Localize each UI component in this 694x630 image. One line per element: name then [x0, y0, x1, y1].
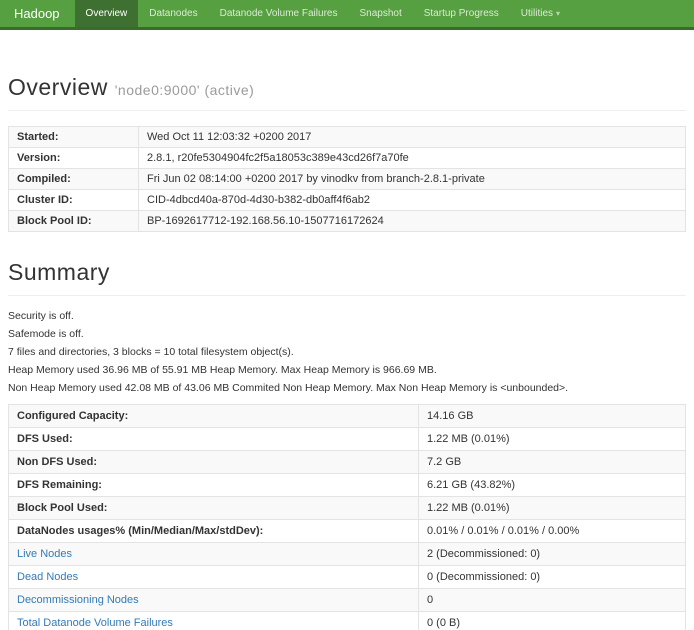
namenode-info-table: Started: Wed Oct 11 12:03:32 +0200 2017 … [8, 126, 686, 232]
overview-title-text: Overview [8, 74, 108, 100]
table-row: Compiled: Fri Jun 02 08:14:00 +0200 2017… [9, 169, 686, 190]
info-label-started: Started: [9, 127, 139, 148]
summary-value-decommissioning-nodes: 0 [419, 589, 686, 612]
table-row: Non DFS Used: 7.2 GB [9, 451, 686, 474]
info-label-cluster-id: Cluster ID: [9, 190, 139, 211]
table-row: DFS Remaining: 6.21 GB (43.82%) [9, 474, 686, 497]
summary-title: Summary [8, 259, 686, 286]
summary-value-block-pool-used: 1.22 MB (0.01%) [419, 497, 686, 520]
info-label-block-pool-id: Block Pool ID: [9, 211, 139, 232]
summary-label-dead-nodes: Dead Nodes [9, 566, 419, 589]
main-content: Overview 'node0:9000' (active) Started: … [0, 74, 694, 630]
non-heap-memory-status: Non Heap Memory used 42.08 MB of 43.06 M… [8, 383, 686, 394]
summary-value-volume-failures: 0 (0 B) [419, 612, 686, 630]
summary-value-dead-nodes: 0 (Decommissioned: 0) [419, 566, 686, 589]
summary-label-dfs-remaining: DFS Remaining: [9, 474, 419, 497]
table-row: Started: Wed Oct 11 12:03:32 +0200 2017 [9, 127, 686, 148]
summary-status-text: Security is off. Safemode is off. 7 file… [8, 311, 686, 394]
table-row: Cluster ID: CID-4dbcd40a-870d-4d30-b382-… [9, 190, 686, 211]
tab-utilities-dropdown[interactable]: Utilities▾ [510, 0, 571, 27]
info-value-cluster-id: CID-4dbcd40a-870d-4d30-b382-db0aff4f6ab2 [139, 190, 686, 211]
table-row: Block Pool ID: BP-1692617712-192.168.56.… [9, 211, 686, 232]
summary-divider [8, 295, 686, 296]
dead-nodes-link[interactable]: Dead Nodes [17, 571, 78, 583]
tab-overview[interactable]: Overview [75, 0, 139, 27]
table-row: Decommissioning Nodes 0 [9, 589, 686, 612]
summary-table: Configured Capacity: 14.16 GB DFS Used: … [8, 404, 686, 630]
tab-utilities-label: Utilities [521, 8, 553, 19]
tab-startup-progress[interactable]: Startup Progress [413, 0, 510, 27]
info-value-started: Wed Oct 11 12:03:32 +0200 2017 [139, 127, 686, 148]
heap-memory-status: Heap Memory used 36.96 MB of 55.91 MB He… [8, 365, 686, 376]
summary-label-block-pool-used: Block Pool Used: [9, 497, 419, 520]
overview-page-title: Overview 'node0:9000' (active) [8, 74, 686, 101]
namenode-address-label: 'node0:9000' (active) [115, 82, 255, 98]
summary-label-datanode-usages: DataNodes usages% (Min/Median/Max/stdDev… [9, 520, 419, 543]
table-row: Configured Capacity: 14.16 GB [9, 405, 686, 428]
info-value-block-pool-id: BP-1692617712-192.168.56.10-150771617262… [139, 211, 686, 232]
info-value-version: 2.8.1, r20fe5304904fc2f5a18053c389e43cd2… [139, 148, 686, 169]
table-row: DFS Used: 1.22 MB (0.01%) [9, 428, 686, 451]
tab-datanodes[interactable]: Datanodes [138, 0, 208, 27]
summary-label-live-nodes: Live Nodes [9, 543, 419, 566]
caret-down-icon: ▾ [556, 9, 560, 18]
safemode-status: Safemode is off. [8, 329, 686, 340]
nav-tabs: Overview Datanodes Datanode Volume Failu… [75, 0, 571, 27]
table-row: Live Nodes 2 (Decommissioned: 0) [9, 543, 686, 566]
live-nodes-link[interactable]: Live Nodes [17, 548, 72, 560]
filesystem-objects-status: 7 files and directories, 3 blocks = 10 t… [8, 347, 686, 358]
security-status: Security is off. [8, 311, 686, 322]
summary-value-configured-capacity: 14.16 GB [419, 405, 686, 428]
summary-value-dfs-remaining: 6.21 GB (43.82%) [419, 474, 686, 497]
table-row: Total Datanode Volume Failures 0 (0 B) [9, 612, 686, 630]
tab-snapshot[interactable]: Snapshot [348, 0, 412, 27]
summary-value-live-nodes: 2 (Decommissioned: 0) [419, 543, 686, 566]
summary-label-volume-failures: Total Datanode Volume Failures [9, 612, 419, 630]
summary-label-decommissioning-nodes: Decommissioning Nodes [9, 589, 419, 612]
summary-label-dfs-used: DFS Used: [9, 428, 419, 451]
summary-value-datanode-usages: 0.01% / 0.01% / 0.01% / 0.00% [419, 520, 686, 543]
tab-datanode-volume-failures[interactable]: Datanode Volume Failures [209, 0, 349, 27]
info-value-compiled: Fri Jun 02 08:14:00 +0200 2017 by vinodk… [139, 169, 686, 190]
navbar: Hadoop Overview Datanodes Datanode Volum… [0, 0, 694, 30]
info-label-compiled: Compiled: [9, 169, 139, 190]
summary-value-non-dfs-used: 7.2 GB [419, 451, 686, 474]
summary-label-configured-capacity: Configured Capacity: [9, 405, 419, 428]
decommissioning-nodes-link[interactable]: Decommissioning Nodes [17, 594, 139, 606]
table-row: Dead Nodes 0 (Decommissioned: 0) [9, 566, 686, 589]
overview-divider [8, 110, 686, 111]
brand-link[interactable]: Hadoop [0, 0, 75, 27]
total-datanode-volume-failures-link[interactable]: Total Datanode Volume Failures [17, 617, 173, 629]
table-row: Version: 2.8.1, r20fe5304904fc2f5a18053c… [9, 148, 686, 169]
table-row: Block Pool Used: 1.22 MB (0.01%) [9, 497, 686, 520]
summary-value-dfs-used: 1.22 MB (0.01%) [419, 428, 686, 451]
table-row: DataNodes usages% (Min/Median/Max/stdDev… [9, 520, 686, 543]
summary-label-non-dfs-used: Non DFS Used: [9, 451, 419, 474]
info-label-version: Version: [9, 148, 139, 169]
